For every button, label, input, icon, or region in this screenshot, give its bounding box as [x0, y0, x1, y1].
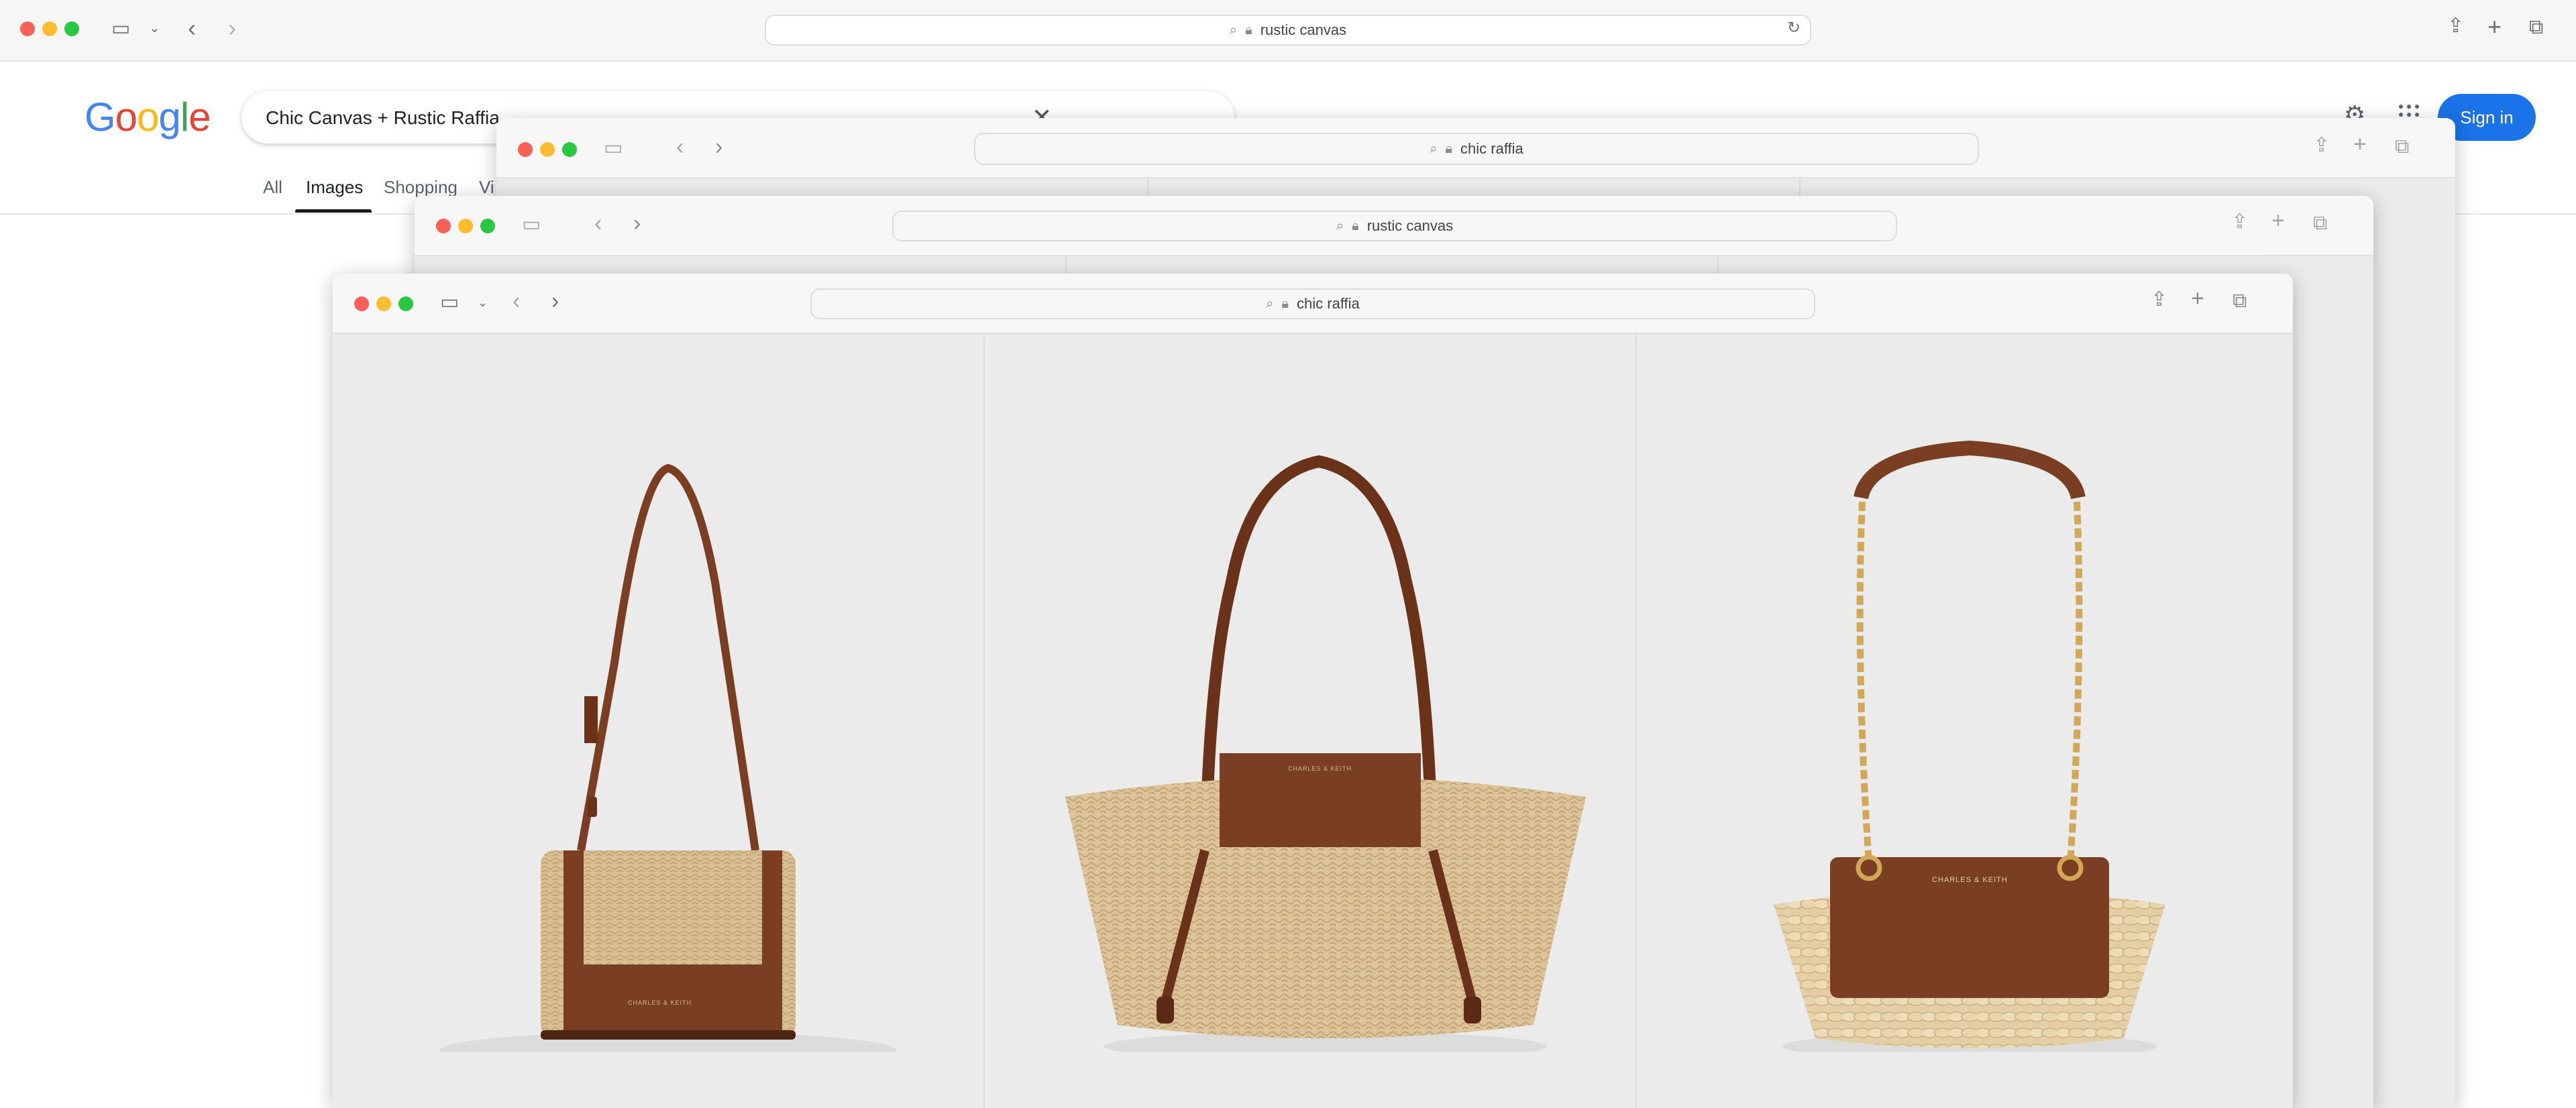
safari-window-chic-raffia-front[interactable]: ▭ ⌄ ‹ › ⌕ 🔒︎ chic raffia ⇪ + ⧉: [333, 274, 2293, 1108]
window-controls: [518, 142, 577, 157]
new-tab-icon[interactable]: +: [2487, 15, 2502, 39]
back-icon[interactable]: ‹: [513, 290, 520, 313]
zoom-window-button[interactable]: [480, 219, 495, 233]
new-tab-icon[interactable]: +: [2191, 287, 2204, 310]
new-tab-icon[interactable]: +: [2353, 133, 2367, 156]
product-image-chain-bag[interactable]: [1654, 381, 2285, 1052]
lock-icon: 🔒︎: [1245, 23, 1252, 38]
address-bar-text: chic raffia: [1297, 295, 1360, 313]
lock-icon: 🔒︎: [1445, 142, 1452, 157]
search-query-text: Chic Canvas + Rustic Raffia: [266, 107, 500, 129]
share-icon[interactable]: ⇪: [2231, 212, 2248, 232]
sidebar-icon[interactable]: ▭: [522, 215, 541, 235]
tab-overview-icon[interactable]: ⧉: [2233, 291, 2247, 311]
chevron-down-icon[interactable]: ⌄: [149, 21, 160, 35]
close-window-button[interactable]: [436, 219, 451, 233]
address-bar[interactable]: ⌕ 🔒︎ rustic canvas: [892, 211, 1897, 241]
search-icon: ⌕: [1336, 219, 1344, 234]
new-tab-icon[interactable]: +: [2271, 209, 2285, 232]
window-controls: [20, 21, 79, 36]
sidebar-icon[interactable]: ▭: [604, 138, 623, 158]
tab-overview-icon[interactable]: ⧉: [2313, 213, 2327, 233]
back-icon[interactable]: ‹: [188, 16, 196, 40]
close-window-button[interactable]: [518, 142, 533, 157]
brand-label: CHARLES & KEITH: [1932, 876, 2008, 884]
chevron-down-icon[interactable]: ⌄: [478, 296, 488, 309]
brand-label: CHARLES & KEITH: [1288, 765, 1352, 772]
main-browser-toolbar: ▭ ⌄ ‹ › ⌕ 🔒︎ rustic canvas ↻ ⇪ + ⧉: [0, 0, 2576, 62]
brand-label: CHARLES & KEITH: [628, 999, 692, 1006]
address-bar[interactable]: ⌕ 🔒︎ rustic canvas: [765, 15, 1811, 46]
share-icon[interactable]: ⇪: [2313, 135, 2330, 156]
window-controls: [354, 296, 413, 311]
google-logo[interactable]: Google: [85, 94, 211, 140]
column-divider: [1635, 334, 1637, 1108]
address-bar-text: rustic canvas: [1367, 217, 1453, 235]
zoom-window-button[interactable]: [64, 21, 79, 36]
lock-icon: 🔒︎: [1281, 296, 1289, 312]
minimize-window-button[interactable]: [458, 219, 473, 233]
product-image-tote-bag[interactable]: [1004, 381, 1634, 1052]
back-icon[interactable]: ‹: [676, 135, 684, 158]
forward-icon[interactable]: ›: [228, 16, 236, 40]
back-icon[interactable]: ‹: [594, 212, 602, 235]
window-toolbar: ▭ ⌄ ‹ › ⌕ 🔒︎ chic raffia ⇪ + ⧉: [333, 274, 2293, 334]
minimize-window-button[interactable]: [376, 296, 391, 311]
close-window-button[interactable]: [354, 296, 369, 311]
window-toolbar: ▭ ‹ › ⌕ 🔒︎ chic raffia ⇪ + ⧉: [496, 118, 2455, 178]
forward-icon[interactable]: ›: [715, 135, 722, 158]
search-icon: ⌕: [1266, 296, 1273, 312]
minimize-window-button[interactable]: [42, 21, 57, 36]
column-divider: [983, 334, 985, 1108]
product-image-crossbody-bag[interactable]: [360, 381, 963, 1052]
zoom-window-button[interactable]: [562, 142, 577, 157]
forward-icon[interactable]: ›: [551, 290, 559, 313]
reload-icon[interactable]: ↻: [1787, 20, 1801, 36]
window-toolbar: ▭ ‹ › ⌕ 🔒︎ rustic canvas ⇪ + ⧉: [415, 196, 2373, 256]
lock-icon: 🔒︎: [1352, 219, 1359, 234]
address-bar-text: rustic canvas: [1260, 21, 1346, 39]
window-controls: [436, 219, 495, 233]
tab-shopping[interactable]: Shopping: [384, 177, 458, 198]
close-window-button[interactable]: [20, 21, 35, 36]
search-icon: ⌕: [1230, 23, 1237, 38]
tab-overview-icon[interactable]: ⧉: [2529, 17, 2543, 38]
search-icon: ⌕: [1430, 142, 1437, 157]
zoom-window-button[interactable]: [398, 296, 413, 311]
share-icon[interactable]: ⇪: [2151, 290, 2167, 310]
tab-images[interactable]: Images: [306, 177, 363, 198]
minimize-window-button[interactable]: [540, 142, 555, 157]
tab-all[interactable]: All: [263, 177, 282, 198]
tab-overview-icon[interactable]: ⧉: [2395, 137, 2409, 157]
tab-videos[interactable]: Vi: [479, 177, 494, 198]
active-tab-indicator: [295, 209, 372, 213]
address-bar[interactable]: ⌕ 🔒︎ chic raffia: [810, 288, 1815, 319]
forward-icon[interactable]: ›: [633, 212, 641, 235]
address-bar-text: chic raffia: [1460, 140, 1523, 158]
sidebar-icon[interactable]: ▭: [440, 292, 459, 313]
sidebar-icon[interactable]: ▭: [111, 19, 130, 39]
address-bar[interactable]: ⌕ 🔒︎ chic raffia: [974, 133, 1979, 165]
share-icon[interactable]: ⇪: [2447, 16, 2464, 36]
